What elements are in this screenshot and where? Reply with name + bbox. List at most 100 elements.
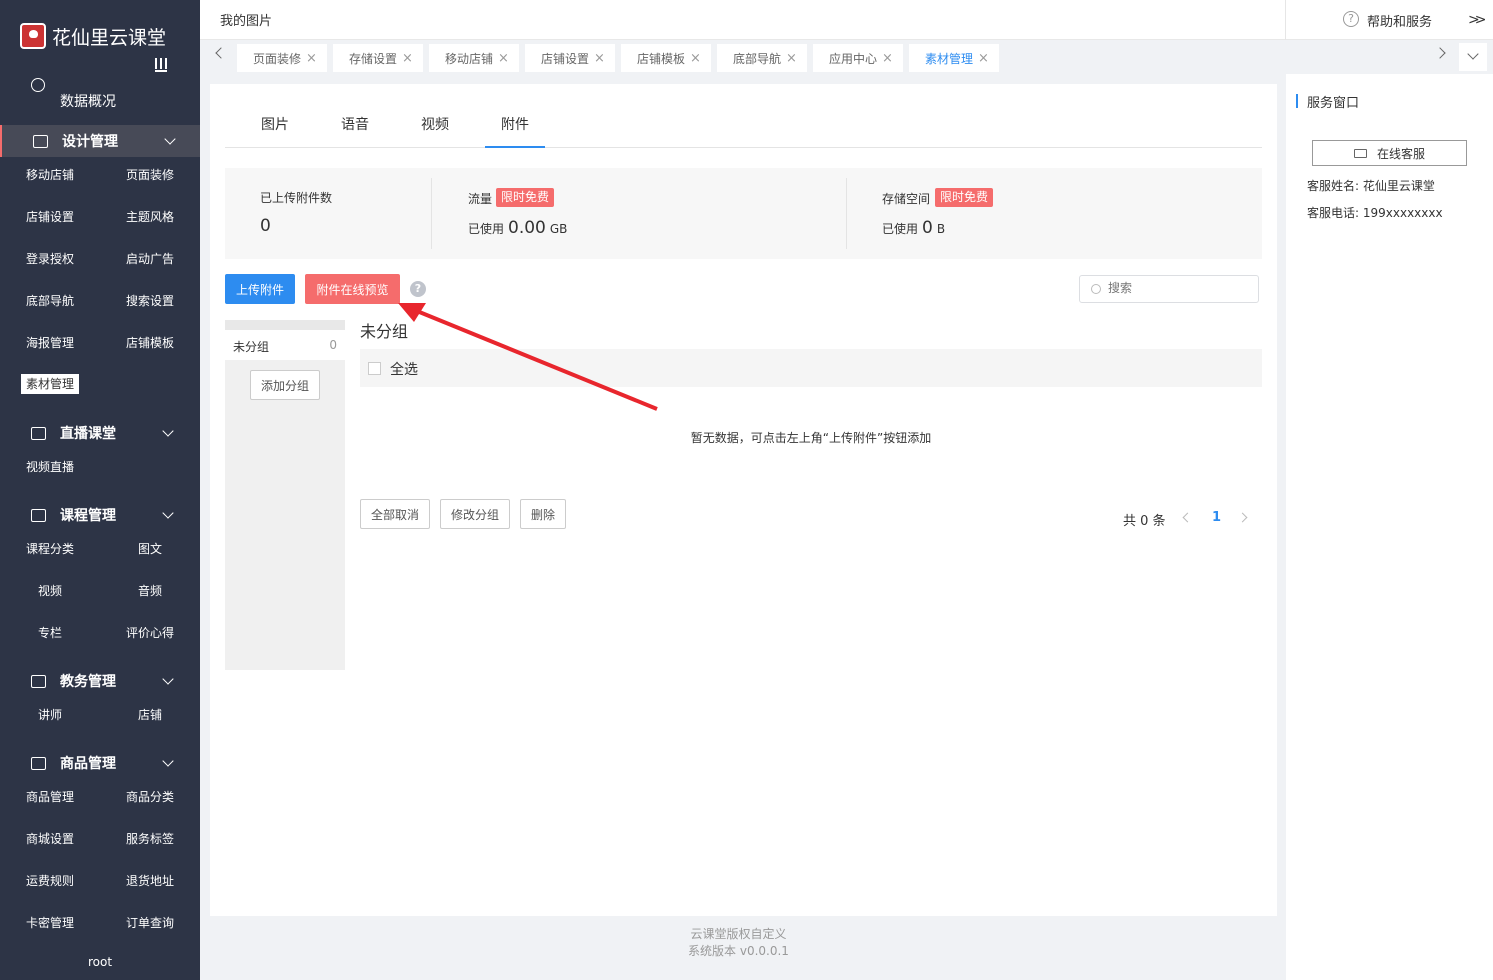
clock-icon (31, 78, 45, 92)
select-all-checkbox[interactable] (368, 362, 381, 375)
nav-section-live[interactable]: 直播课堂 (0, 417, 200, 449)
nav-item-page-decor[interactable]: 页面装修 (126, 166, 174, 184)
nav-item-order-query[interactable]: 订单查询 (126, 914, 174, 932)
nav-item-video-live[interactable]: 视频直播 (26, 458, 74, 476)
nav-item-store-template[interactable]: 店铺模板 (126, 334, 174, 352)
tab-attachments[interactable]: 附件 (501, 114, 529, 134)
tab-page-decor[interactable]: 页面装修 × (237, 44, 327, 72)
logo[interactable]: 花仙里云课堂 (20, 22, 166, 50)
free-badge: 限时免费 (496, 188, 555, 207)
tab-audio[interactable]: 语音 (341, 114, 369, 134)
tab-mobile-store[interactable]: 移动店铺 × (429, 44, 519, 72)
tab-app-center[interactable]: 应用中心 × (813, 44, 903, 72)
cancel-all-button[interactable]: 全部取消 (360, 499, 430, 529)
tab-label: 应用中心 (829, 51, 878, 66)
nav-section-academic[interactable]: 教务管理 (0, 665, 200, 697)
tab-label: 页面装修 (253, 51, 302, 66)
user-name[interactable]: root (0, 955, 200, 969)
footer: 云课堂版权自定义 系统版本 v0.0.0.1 (200, 926, 1277, 960)
nav-overview[interactable]: 数据概况 (0, 78, 200, 116)
nav-item-shop[interactable]: 店铺 (138, 706, 162, 724)
nav-item-mobile-store[interactable]: 移动店铺 (26, 166, 74, 184)
tab-scroll-left-icon[interactable] (215, 47, 227, 59)
nav-item-launch-ad[interactable]: 启动广告 (126, 250, 174, 268)
search-box[interactable] (1079, 275, 1259, 303)
close-icon[interactable]: × (402, 51, 413, 66)
nav-item-teacher[interactable]: 讲师 (38, 706, 62, 724)
nav-item-goods-category[interactable]: 商品分类 (126, 788, 174, 806)
nav-item-service-tags[interactable]: 服务标签 (126, 830, 174, 848)
close-icon[interactable]: × (594, 51, 605, 66)
nav-item-card-keys[interactable]: 卡密管理 (26, 914, 74, 932)
nav-item-search-settings[interactable]: 搜索设置 (126, 292, 174, 310)
nav-item-login-auth[interactable]: 登录授权 (26, 250, 74, 268)
nav-item-store-settings[interactable]: 店铺设置 (26, 208, 74, 226)
tab-store-template[interactable]: 店铺模板 × (621, 44, 711, 72)
nav-section-goods[interactable]: 商品管理 (0, 747, 200, 779)
free-badge: 限时免费 (935, 188, 994, 207)
nav-section-label: 教务管理 (60, 674, 116, 690)
upload-attachment-button[interactable]: 上传附件 (225, 274, 295, 304)
nav-section-course[interactable]: 课程管理 (0, 499, 200, 531)
nav-item-video[interactable]: 视频 (38, 582, 62, 600)
menu-collapse-icon[interactable] (154, 58, 168, 76)
tab-store-settings[interactable]: 店铺设置 × (525, 44, 615, 72)
tab-label: 存储设置 (349, 51, 398, 66)
nav-item-bottom-nav[interactable]: 底部导航 (26, 292, 74, 310)
title-bar-accent (1296, 94, 1298, 108)
preview-attachment-button[interactable]: 附件在线预览 (305, 274, 400, 304)
nav-section-label: 设计管理 (62, 134, 118, 150)
group-name: 未分组 (233, 340, 270, 354)
nav-item-article[interactable]: 图文 (138, 540, 162, 558)
delete-button[interactable]: 删除 (520, 499, 566, 529)
nav-section-design[interactable]: 设计管理 (0, 125, 200, 157)
tab-dropdown-button[interactable] (1459, 43, 1487, 71)
service-title: 服务窗口 (1307, 96, 1360, 111)
close-icon[interactable]: × (498, 51, 509, 66)
nav-item-audio[interactable]: 音频 (138, 582, 162, 600)
close-icon[interactable]: × (978, 51, 989, 66)
traffic-label: 流量 (468, 192, 493, 206)
change-group-button[interactable]: 修改分组 (440, 499, 510, 529)
nav-item-poster[interactable]: 海报管理 (26, 334, 74, 352)
nav-item-column[interactable]: 专栏 (38, 624, 62, 642)
close-icon[interactable]: × (882, 51, 893, 66)
tab-videos[interactable]: 视频 (421, 114, 449, 134)
nav-item-course-category[interactable]: 课程分类 (26, 540, 74, 558)
nav-item-goods[interactable]: 商品管理 (26, 788, 74, 806)
nav-item-material[interactable]: 素材管理 (21, 374, 80, 394)
nav-item-return-address[interactable]: 退货地址 (126, 872, 174, 890)
used-label: 已使用 (882, 222, 919, 236)
question-circle-icon[interactable]: ? (1343, 11, 1359, 27)
select-all-label[interactable]: 全选 (390, 359, 418, 379)
page-number[interactable]: 1 (1212, 510, 1221, 525)
storage-unit: B (936, 222, 946, 236)
service-panel: 服务窗口 在线客服 客服姓名: 花仙里云课堂 客服电话: 199xxxxxxxx (1287, 84, 1480, 239)
close-icon[interactable]: × (690, 51, 701, 66)
double-chevron-right-icon[interactable]: >> (1468, 12, 1487, 28)
help-service-link[interactable]: 帮助和服务 (1367, 11, 1432, 30)
prev-page-icon[interactable] (1182, 512, 1193, 523)
search-input[interactable] (1108, 281, 1248, 295)
tab-images[interactable]: 图片 (261, 114, 289, 134)
online-service-button[interactable]: 在线客服 (1312, 140, 1467, 166)
chevron-down-icon (1467, 48, 1479, 60)
next-page-icon[interactable] (1237, 512, 1248, 523)
tab-material[interactable]: 素材管理 × (909, 44, 999, 72)
calendar-icon (31, 674, 46, 688)
nav-item-theme[interactable]: 主题风格 (126, 208, 174, 226)
add-group-button[interactable]: 添加分组 (250, 370, 320, 400)
empty-message: 暂无数据，可点击左上角“上传附件”按钮添加 (690, 431, 932, 445)
uploaded-count-value: 0 (260, 216, 271, 236)
tab-scroll-right-icon[interactable] (1434, 47, 1446, 59)
tab-storage-settings[interactable]: 存储设置 × (333, 44, 423, 72)
nav-item-shipping-rules[interactable]: 运费规则 (26, 872, 74, 890)
storage-used: 已使用 0 B (882, 218, 945, 238)
group-item-ungrouped[interactable]: 未分组 0 (225, 330, 345, 360)
nav-item-review[interactable]: 评价心得 (126, 624, 174, 642)
close-icon[interactable]: × (786, 51, 797, 66)
close-icon[interactable]: × (306, 51, 317, 66)
nav-item-mall-settings[interactable]: 商城设置 (26, 830, 74, 848)
tab-bottom-nav[interactable]: 底部导航 × (717, 44, 807, 72)
question-icon[interactable]: ? (410, 281, 426, 297)
